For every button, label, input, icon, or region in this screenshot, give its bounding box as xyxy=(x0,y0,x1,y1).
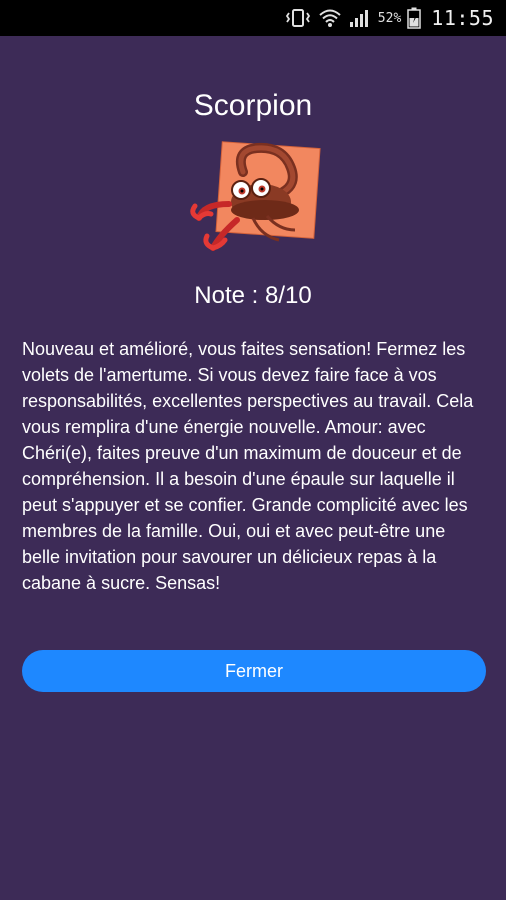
close-button[interactable]: Fermer xyxy=(22,650,486,692)
rating-label: Note : 8/10 xyxy=(194,282,312,309)
sign-title: Scorpion xyxy=(193,89,313,122)
status-bar: 52% 11:55 xyxy=(0,0,506,36)
battery-icon xyxy=(407,6,422,30)
signal-icon xyxy=(348,6,372,30)
horoscope-text: Nouveau et amélioré, vous faites sensati… xyxy=(22,339,474,593)
battery-percentage: 52% xyxy=(377,10,402,26)
vibrate-icon xyxy=(284,6,312,30)
wifi-icon xyxy=(318,6,342,30)
status-clock: 11:55 xyxy=(431,6,494,30)
scorpion-sign-icon xyxy=(183,140,323,258)
